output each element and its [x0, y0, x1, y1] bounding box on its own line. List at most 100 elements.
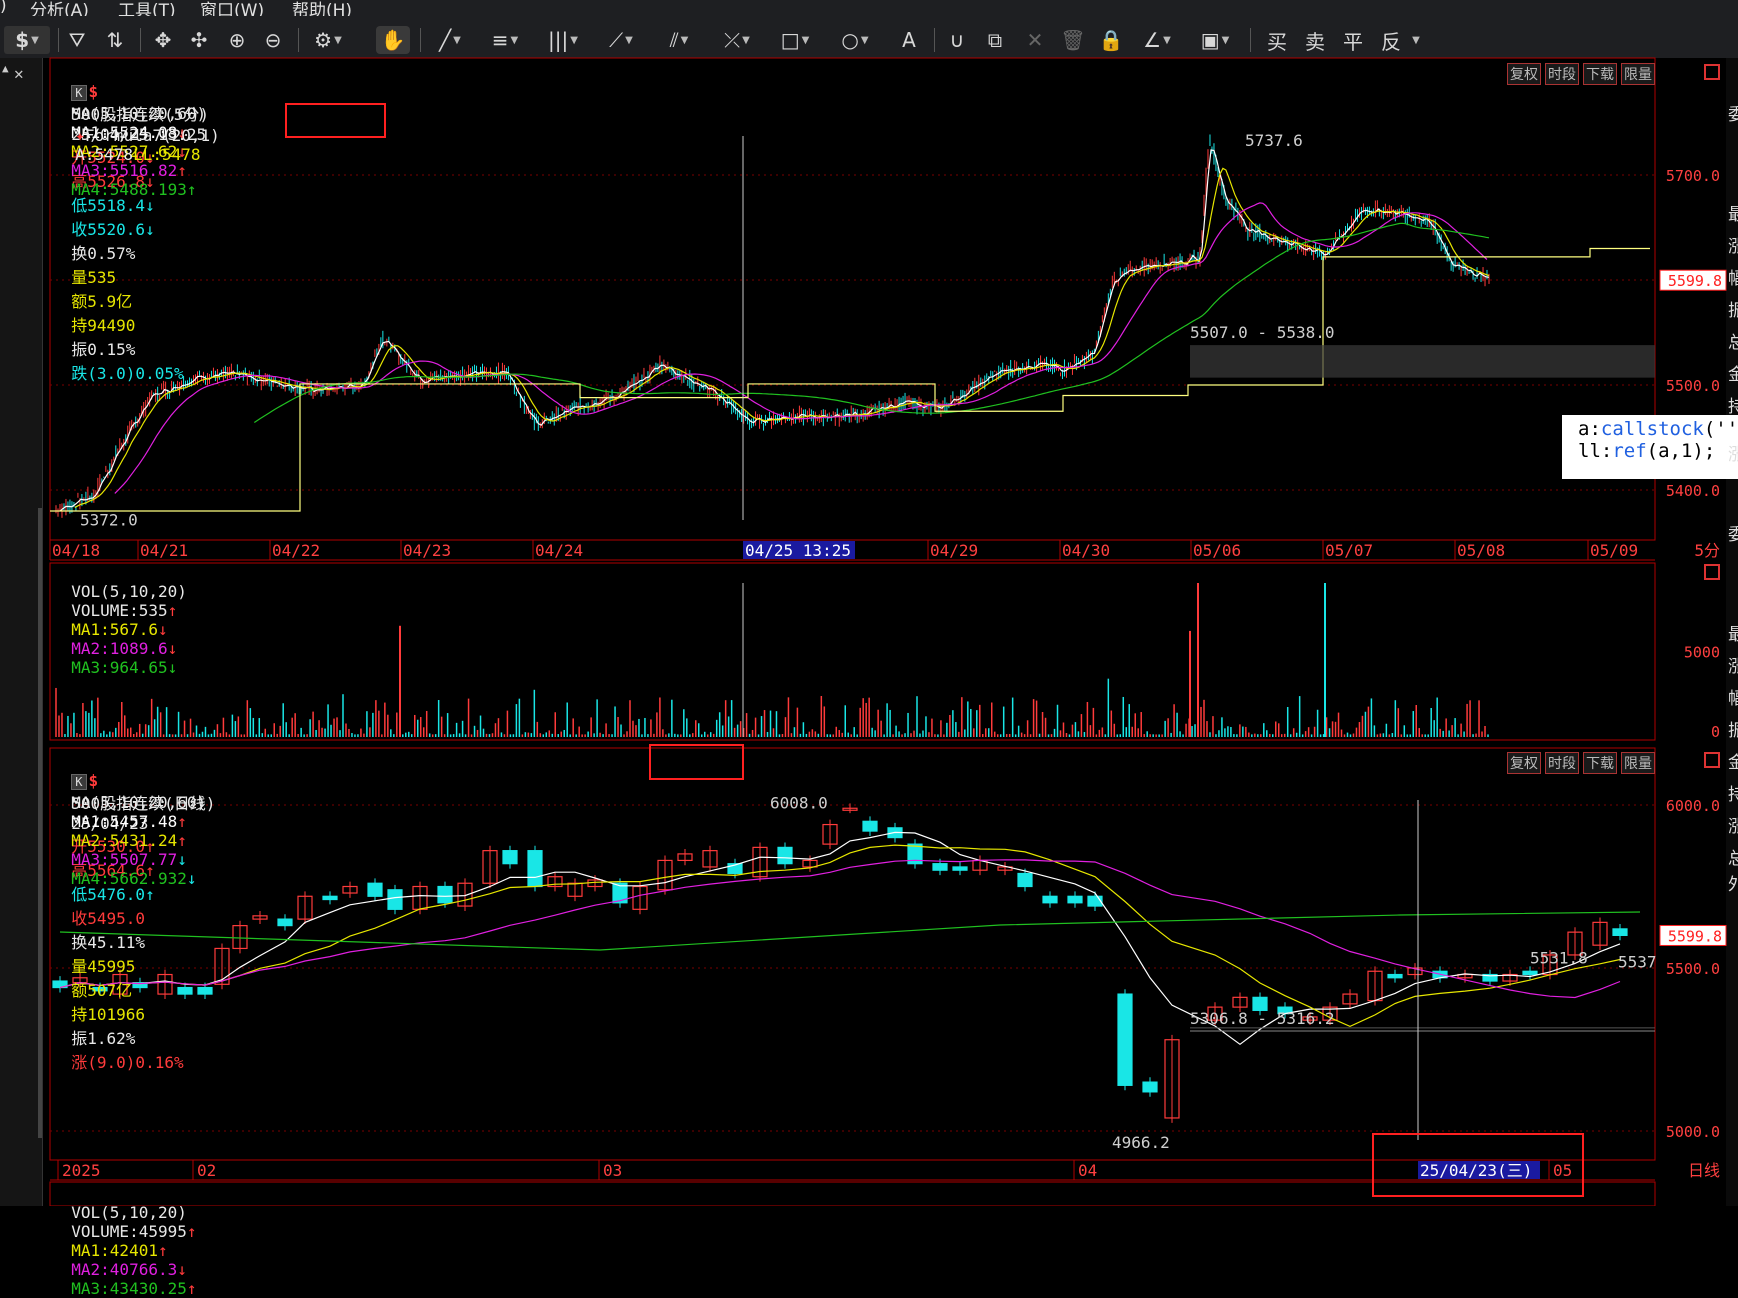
amplitude-value: 振0.15%	[71, 340, 136, 359]
date-tick-label: 04/23	[403, 541, 451, 560]
date-tick-label: 05/08	[1457, 541, 1505, 560]
date-tick-label: 05/06	[1193, 541, 1241, 560]
side-char-label: 最	[1728, 205, 1738, 225]
daily-candle-body	[437, 885, 453, 904]
maximize-vol-icon[interactable]	[1704, 564, 1720, 580]
formula-tooltip: a:callstock('', ll:ref(a,1);	[1562, 415, 1738, 479]
bvol-ma3: MA3:43430.25	[71, 1279, 187, 1298]
side-char-label: 委	[1728, 105, 1738, 125]
daily-position: 持101966	[71, 1005, 146, 1024]
shiduan-button[interactable]: 时段	[1545, 63, 1579, 85]
side-char-label: 总	[1728, 849, 1738, 869]
bvol-volume: VOLUME:45995	[71, 1222, 187, 1241]
daily-download-button[interactable]: 下载	[1583, 752, 1617, 774]
formula-ll-value: LL:5478	[133, 145, 201, 164]
side-char-label: 总	[1728, 333, 1738, 353]
daily-candle-body	[1042, 895, 1058, 904]
side-char-label: 最	[1728, 625, 1738, 645]
daily-close: 收5495.0	[71, 909, 146, 928]
vol-title: VOL(5,10,20)	[71, 582, 187, 601]
vol-ma1: MA1:567.6	[71, 620, 158, 639]
side-char-label: 振	[1728, 721, 1738, 741]
daily-amount: 额507亿	[71, 981, 133, 1000]
amount-value: 额5.9亿	[71, 292, 133, 311]
tooltip-a: a:	[1578, 418, 1601, 440]
volume-panel-header: VOL(5,10,20) VOLUME:535↑ MA1:567.6↓ MA2:…	[71, 582, 187, 677]
side-char-label: 持	[1728, 785, 1738, 805]
daily-candle-body	[277, 918, 293, 927]
right-annotation: 5531.8	[1530, 949, 1588, 968]
side-char-label: 持	[1728, 397, 1738, 417]
daily-candle-body	[1142, 1081, 1158, 1093]
bvol-ma2: MA2:40766.3	[71, 1260, 178, 1279]
price-tick-label: 5500.0	[1666, 960, 1720, 978]
tooltip-rest1: ('',	[1703, 418, 1738, 440]
vol-ma3: MA3:964.65	[71, 658, 168, 677]
side-char-label: 涨	[1728, 657, 1738, 677]
tooltip-ll: ll:	[1578, 440, 1613, 462]
date-tick-label: 04/21	[140, 541, 188, 560]
daily-ma-params: MA(5,10,20,60)	[71, 793, 207, 812]
chart-canvas[interactable]: 5700.05600.05500.05400.05507.0 - 5538.05…	[0, 0, 1738, 1206]
formula-name: Formula7(20,1)	[84, 126, 220, 145]
date-tick-label: 02	[197, 1161, 216, 1180]
side-char-label: 幅	[1728, 689, 1738, 709]
daily-candle-body	[1017, 872, 1033, 888]
daily-ma4: MA4:5662.932	[71, 869, 187, 888]
formula-a-value: A:5478	[75, 145, 134, 164]
price-tick-label: 5000.0	[1666, 1123, 1720, 1141]
side-char-label: 金	[1728, 365, 1738, 385]
date-tick-label: 04/18	[52, 541, 100, 560]
date-tick-label: 03	[603, 1161, 622, 1180]
daily-candle-body	[1612, 928, 1628, 937]
daily-ma1-line	[59, 831, 1621, 1046]
tooltip-fn1: callstock	[1600, 418, 1704, 440]
download-button[interactable]: 下载	[1583, 63, 1617, 85]
daily-fuquan-button[interactable]: 复权	[1507, 752, 1541, 774]
daily-shiduan-button[interactable]: 时段	[1545, 752, 1579, 774]
daily-candle-body	[387, 889, 403, 910]
daily-candle-body	[1117, 993, 1133, 1086]
price-tick-label: 5500.0	[1666, 377, 1720, 395]
highlight-box-close	[649, 744, 744, 780]
position-value: 持94490	[71, 316, 136, 335]
daily-change: 涨(9.0)0.16%	[71, 1053, 184, 1072]
current-price-label: 5599.8	[1668, 927, 1722, 945]
fuquan-button[interactable]: 复权	[1507, 63, 1541, 85]
change-value: 跌(3.0)0.05%	[71, 364, 184, 383]
daily-candle-body	[367, 882, 383, 897]
side-char-label: 委	[1728, 525, 1738, 545]
maximize-daily-icon[interactable]	[1704, 752, 1720, 768]
turnover-value: 换0.57%	[71, 244, 136, 263]
date-tick-label: 04/24	[535, 541, 583, 560]
daily-ma-line: MA(5,10,20,60) MA1:5457.48↑ MA2:5431.24↑…	[71, 793, 207, 888]
side-char-label: 外	[1728, 875, 1738, 895]
right-annotation: 5537	[1618, 953, 1657, 972]
current-price-label: 5599.8	[1668, 272, 1722, 290]
maximize-top-icon[interactable]	[1704, 64, 1720, 80]
daily-candle-body	[777, 846, 793, 865]
vol-ma2: MA2:1089.6	[71, 639, 168, 658]
daily-volume: 量45995	[71, 957, 136, 976]
daily-candle-body	[862, 820, 878, 832]
low-annotation: 5372.0	[80, 510, 138, 529]
daily-candle-body	[1522, 970, 1538, 976]
tooltip-rest2: (a,1);	[1646, 440, 1716, 462]
daily-candle-body	[1387, 973, 1403, 979]
side-char-label: 幅	[1728, 269, 1738, 289]
side-char-label: 金	[1728, 753, 1738, 773]
daily-ma2: MA2:5431.24	[71, 831, 178, 850]
daily-candle-body	[932, 863, 948, 871]
price-tick-label: 6000.0	[1666, 797, 1720, 815]
daily-candle-body	[527, 850, 543, 888]
high-annotation: 6008.0	[770, 793, 828, 812]
limit-button[interactable]: 限量	[1621, 63, 1655, 85]
date-tick-label: 04/22	[272, 541, 320, 560]
daily-amplitude: 振1.62%	[71, 1029, 136, 1048]
date-tick-label: 04	[1078, 1161, 1097, 1180]
ma4-value: MA4:5488.193	[71, 180, 187, 199]
vol-scale-label: 0	[1711, 723, 1720, 741]
daily-ma3: MA3:5507.77	[71, 850, 178, 869]
formula-line: ✦Formula7(20,1) A:5478LL:5478	[56, 107, 220, 164]
daily-limit-button[interactable]: 限量	[1621, 752, 1655, 774]
